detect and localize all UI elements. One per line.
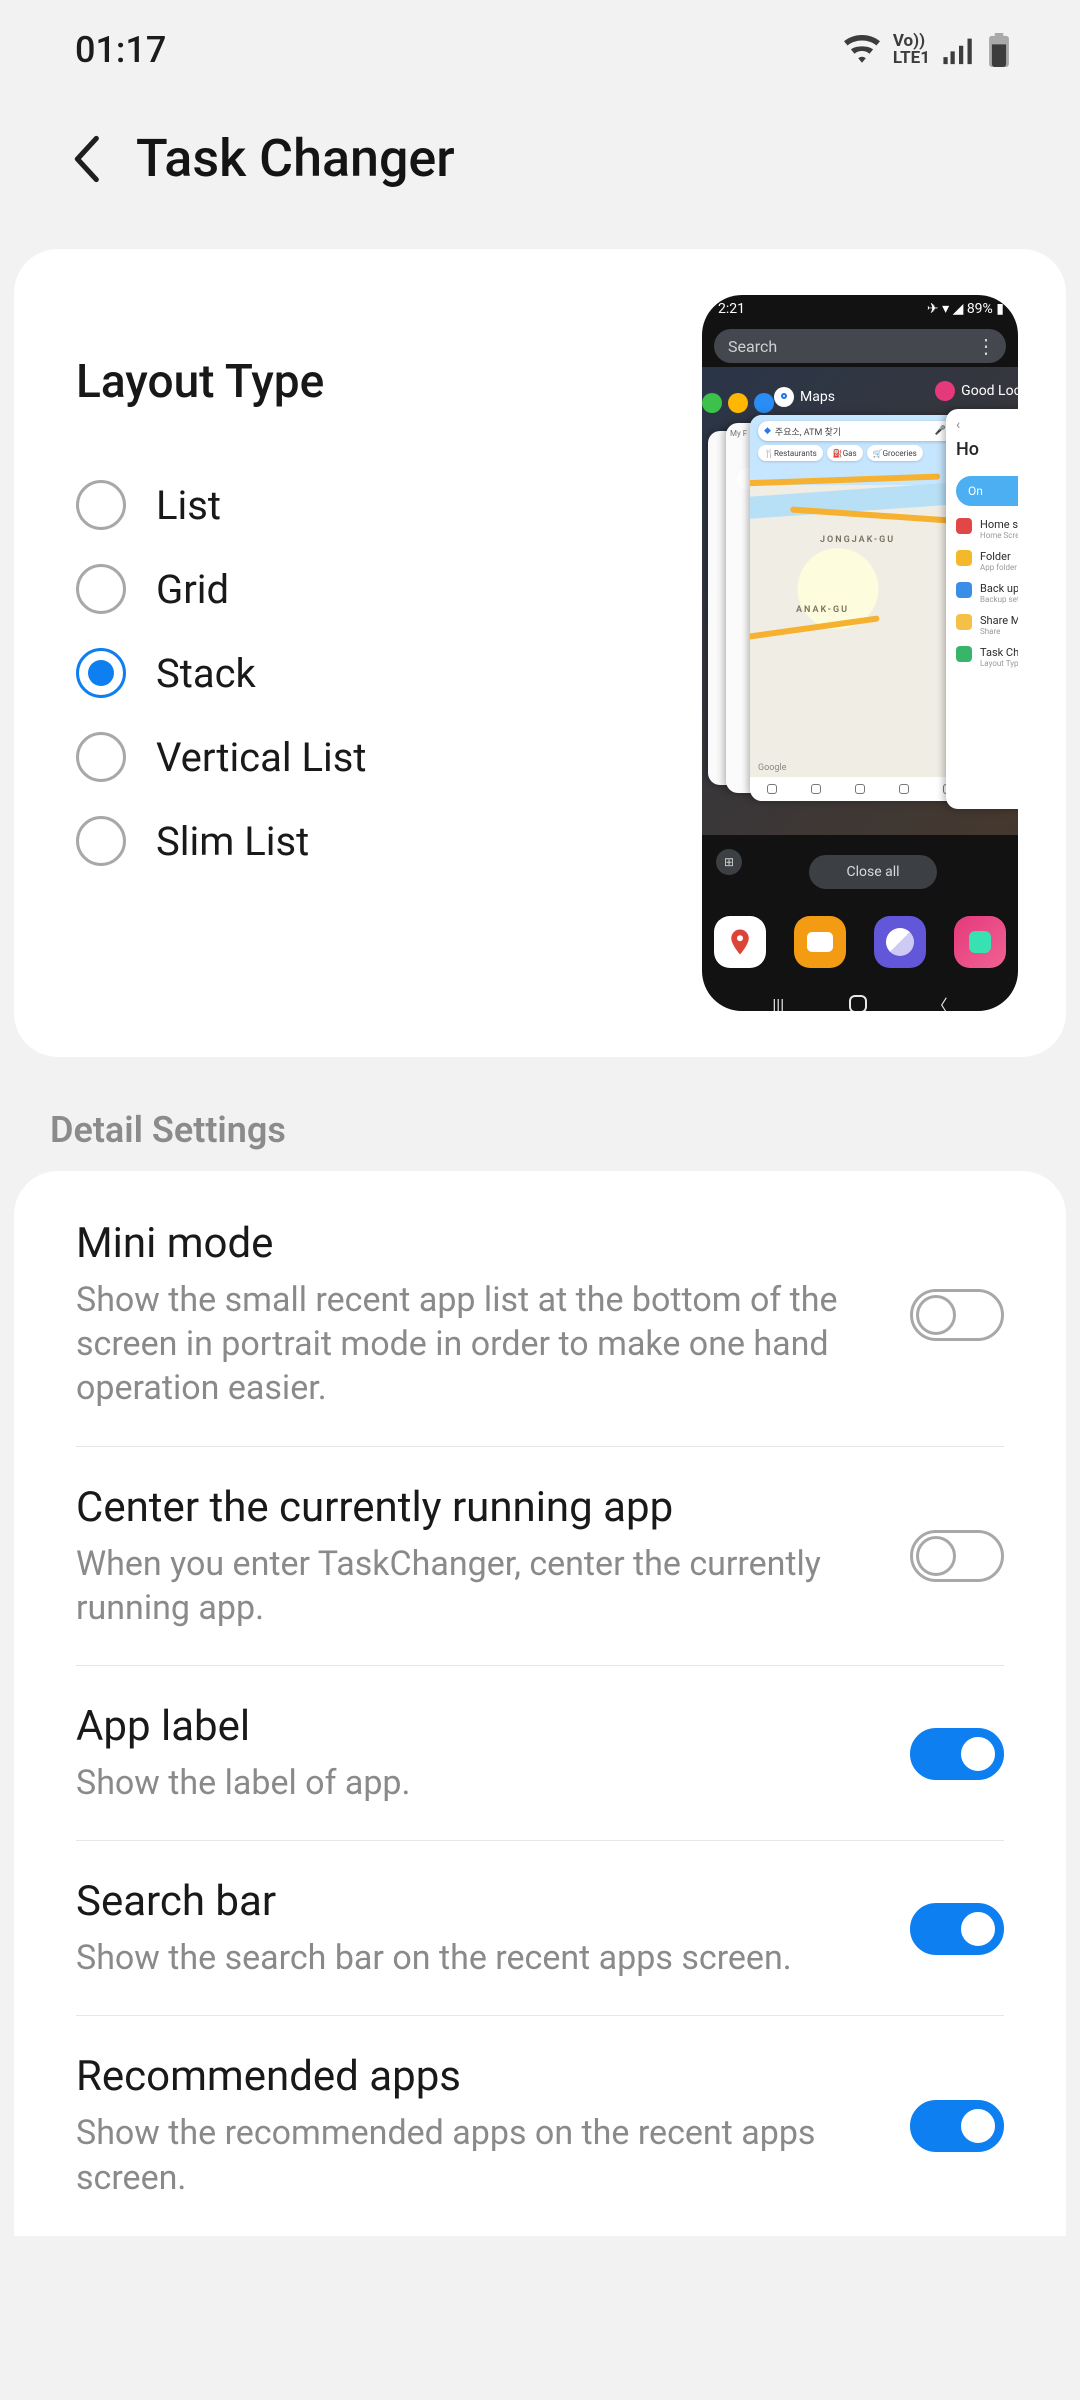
- radio-icon: [76, 816, 126, 866]
- signal-icon: [942, 35, 976, 65]
- toggle-knob: [916, 1295, 956, 1335]
- setting-subtitle: Show the search bar on the recent apps s…: [76, 1936, 874, 1980]
- nav-home-icon: [849, 995, 867, 1011]
- setting-app_label[interactable]: App label Show the label of app.: [14, 1666, 1066, 1841]
- setting-search_bar[interactable]: Search bar Show the search bar on the rec…: [14, 1841, 1066, 2016]
- setting-center_running[interactable]: Center the currently running app When you…: [14, 1447, 1066, 1666]
- preview-app-label-goodlock: Good Lock: [961, 383, 1018, 399]
- dock-gallery-icon: [794, 916, 846, 968]
- preview-battery: ✈ ▾ ◢ 89% ▮: [927, 301, 1004, 325]
- setting-subtitle: Show the label of app.: [76, 1761, 874, 1805]
- dock-maps-icon: [714, 916, 766, 968]
- preview-search-bar: Search ⋮: [714, 329, 1006, 363]
- nav-back-icon: 〈: [932, 992, 948, 1011]
- toggle-knob: [916, 1536, 956, 1576]
- setting-subtitle: Show the recommended apps on the recent …: [76, 2111, 874, 2199]
- preview-time: 2:21: [718, 301, 745, 325]
- wifi-icon: [843, 35, 881, 65]
- radio-label: Slim List: [156, 818, 309, 865]
- chevron-left-icon: [71, 135, 101, 183]
- layout-type-card: Layout Type List Grid Stack Vertical List Sl…: [14, 249, 1066, 1057]
- detail-settings-card: Mini mode Show the small recent app list …: [14, 1171, 1066, 2236]
- layout-option-vertical-list[interactable]: Vertical List: [76, 715, 672, 799]
- layout-type-title: Layout Type: [76, 355, 672, 409]
- radio-icon: [76, 480, 126, 530]
- layout-option-slim-list[interactable]: Slim List: [76, 799, 672, 883]
- toggle-mini_mode[interactable]: [910, 1289, 1004, 1341]
- layout-preview: 2:21 ✈ ▾ ◢ 89% ▮ Search ⋮ Maps Good Loc: [702, 295, 1018, 1011]
- preview-map-search: ◆ 주요소, ATM 찾기 🎤 ☰: [758, 421, 962, 441]
- back-button[interactable]: [62, 135, 110, 183]
- status-icons: Vo)) LTE1: [843, 33, 1010, 67]
- setting-title: Recommended apps: [76, 2052, 874, 2101]
- battery-icon: [988, 33, 1010, 67]
- detail-settings-title: Detail Settings: [0, 1057, 1080, 1171]
- page-title: Task Changer: [136, 128, 455, 189]
- maps-pin-icon: [778, 391, 790, 403]
- setting-subtitle: When you enter TaskChanger, center the c…: [76, 1542, 874, 1630]
- setting-title: App label: [76, 1702, 874, 1751]
- toggle-knob: [958, 1909, 998, 1949]
- radio-label: Grid: [156, 566, 229, 613]
- toggle-knob: [958, 1734, 998, 1774]
- setting-title: Center the currently running app: [76, 1483, 874, 1532]
- setting-recommended[interactable]: Recommended apps Show the recommended app…: [14, 2016, 1066, 2235]
- status-time: 01:17: [75, 29, 166, 71]
- setting-mini_mode[interactable]: Mini mode Show the small recent app list …: [14, 1183, 1066, 1447]
- toggle-search_bar[interactable]: [910, 1903, 1004, 1955]
- preview-apps-grid-button: ⊞: [716, 849, 742, 875]
- google-logo: Google: [758, 763, 786, 773]
- layout-option-stack[interactable]: Stack: [76, 631, 672, 715]
- nav-recents-icon: |||: [772, 995, 784, 1012]
- setting-title: Mini mode: [76, 1219, 874, 1268]
- radio-icon: [76, 732, 126, 782]
- toggle-knob: [958, 2106, 998, 2146]
- volte-indicator: Vo)) LTE1: [893, 33, 930, 67]
- setting-title: Search bar: [76, 1877, 874, 1926]
- layout-option-list[interactable]: List: [76, 463, 672, 547]
- setting-subtitle: Show the small recent app list at the bo…: [76, 1278, 874, 1411]
- status-bar: 01:17 Vo)) LTE1: [0, 0, 1080, 100]
- preview-app-label-maps: Maps: [800, 389, 835, 405]
- toggle-app_label[interactable]: [910, 1728, 1004, 1780]
- dock-internet-icon: [874, 916, 926, 968]
- toggle-center_running[interactable]: [910, 1530, 1004, 1582]
- radio-label: Stack: [156, 650, 256, 697]
- more-icon: ⋮: [976, 334, 994, 358]
- header: Task Changer: [0, 100, 1080, 225]
- toggle-recommended[interactable]: [910, 2100, 1004, 2152]
- radio-label: Vertical List: [156, 734, 367, 781]
- preview-close-all-button: Close all: [809, 855, 937, 889]
- radio-icon: [76, 648, 126, 698]
- dock-goodlock-icon: [954, 916, 1006, 968]
- radio-icon: [76, 564, 126, 614]
- layout-option-grid[interactable]: Grid: [76, 547, 672, 631]
- radio-label: List: [156, 482, 221, 529]
